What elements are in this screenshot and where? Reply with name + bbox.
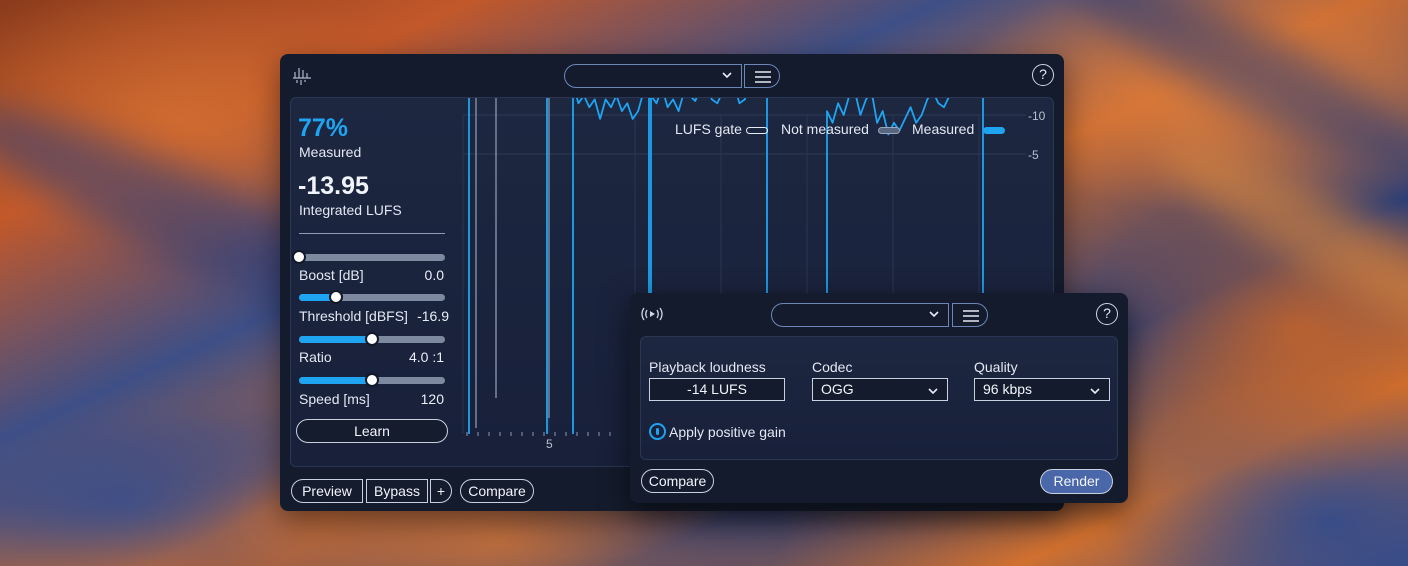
preset-menu-button[interactable] <box>744 64 780 88</box>
dialog-preset-select[interactable] <box>771 303 949 327</box>
dialog-compare-button[interactable]: Compare <box>641 469 714 493</box>
bypass-button[interactable]: Bypass <box>366 479 428 503</box>
x-tick-label: 5 <box>546 437 553 451</box>
apply-positive-gain-label: Apply positive gain <box>669 424 786 440</box>
quality-value: 96 kbps <box>983 381 1033 397</box>
apply-positive-gain-toggle[interactable] <box>649 423 666 440</box>
playback-loudness-label: Playback loudness <box>649 359 766 375</box>
codec-value: OGG <box>821 381 854 397</box>
playback-loudness-input[interactable]: -14 LUFS <box>649 378 785 401</box>
chevron-down-icon <box>928 388 938 395</box>
y-tick-label: -10 <box>1028 109 1046 123</box>
export-dialog: ? Playback loudness -14 LUFS Codec OGG Q… <box>630 293 1128 503</box>
legend-not-measured-swatch <box>878 127 900 134</box>
chevron-down-icon <box>1090 388 1100 395</box>
export-settings-panel: Playback loudness -14 LUFS Codec OGG Qua… <box>640 336 1118 460</box>
measured-series-line <box>468 98 548 434</box>
legend-not-measured-label: Not measured <box>781 121 869 137</box>
help-icon[interactable]: ? <box>1032 64 1054 86</box>
legend-measured-swatch <box>983 127 1005 134</box>
chevron-down-icon <box>929 311 939 318</box>
dialog-menu-button[interactable] <box>952 303 988 327</box>
preview-button[interactable]: Preview <box>291 479 363 503</box>
codec-select[interactable]: OGG <box>812 378 948 401</box>
add-button[interactable]: + <box>430 479 452 503</box>
quality-label: Quality <box>974 359 1018 375</box>
chevron-down-icon <box>722 72 732 79</box>
codec-label: Codec <box>812 359 853 375</box>
legend-measured-label: Measured <box>912 121 975 137</box>
render-button[interactable]: Render <box>1040 469 1113 494</box>
dialog-help-icon[interactable]: ? <box>1096 303 1118 325</box>
hamburger-menu-icon <box>963 310 979 322</box>
compare-button[interactable]: Compare <box>460 479 534 503</box>
broadcast-play-icon[interactable] <box>640 305 664 323</box>
waveform-logo-icon <box>293 68 311 85</box>
hamburger-menu-icon <box>755 71 771 83</box>
legend-gate-swatch <box>746 127 768 134</box>
preset-select[interactable] <box>564 64 742 88</box>
quality-select[interactable]: 96 kbps <box>974 378 1110 401</box>
legend-gate-label: LUFS gate <box>675 121 742 137</box>
y-tick-label: -5 <box>1028 148 1039 162</box>
